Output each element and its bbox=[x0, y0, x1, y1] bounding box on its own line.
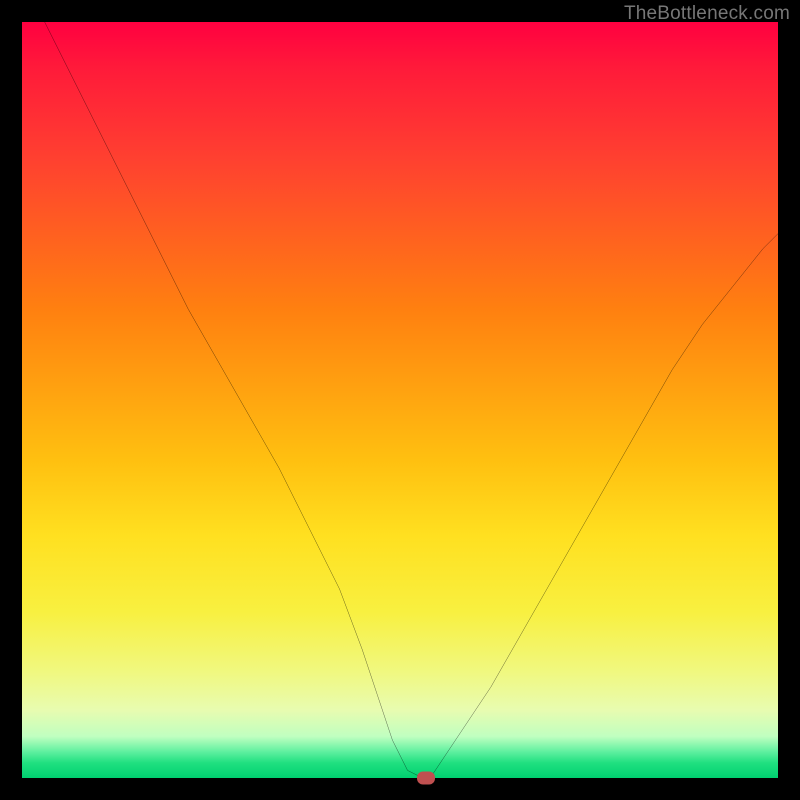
chart-frame: TheBottleneck.com bbox=[0, 0, 800, 800]
watermark-text: TheBottleneck.com bbox=[624, 3, 790, 25]
optimal-point-marker bbox=[417, 772, 435, 785]
bottleneck-curve bbox=[22, 22, 778, 778]
plot-area bbox=[22, 22, 778, 778]
